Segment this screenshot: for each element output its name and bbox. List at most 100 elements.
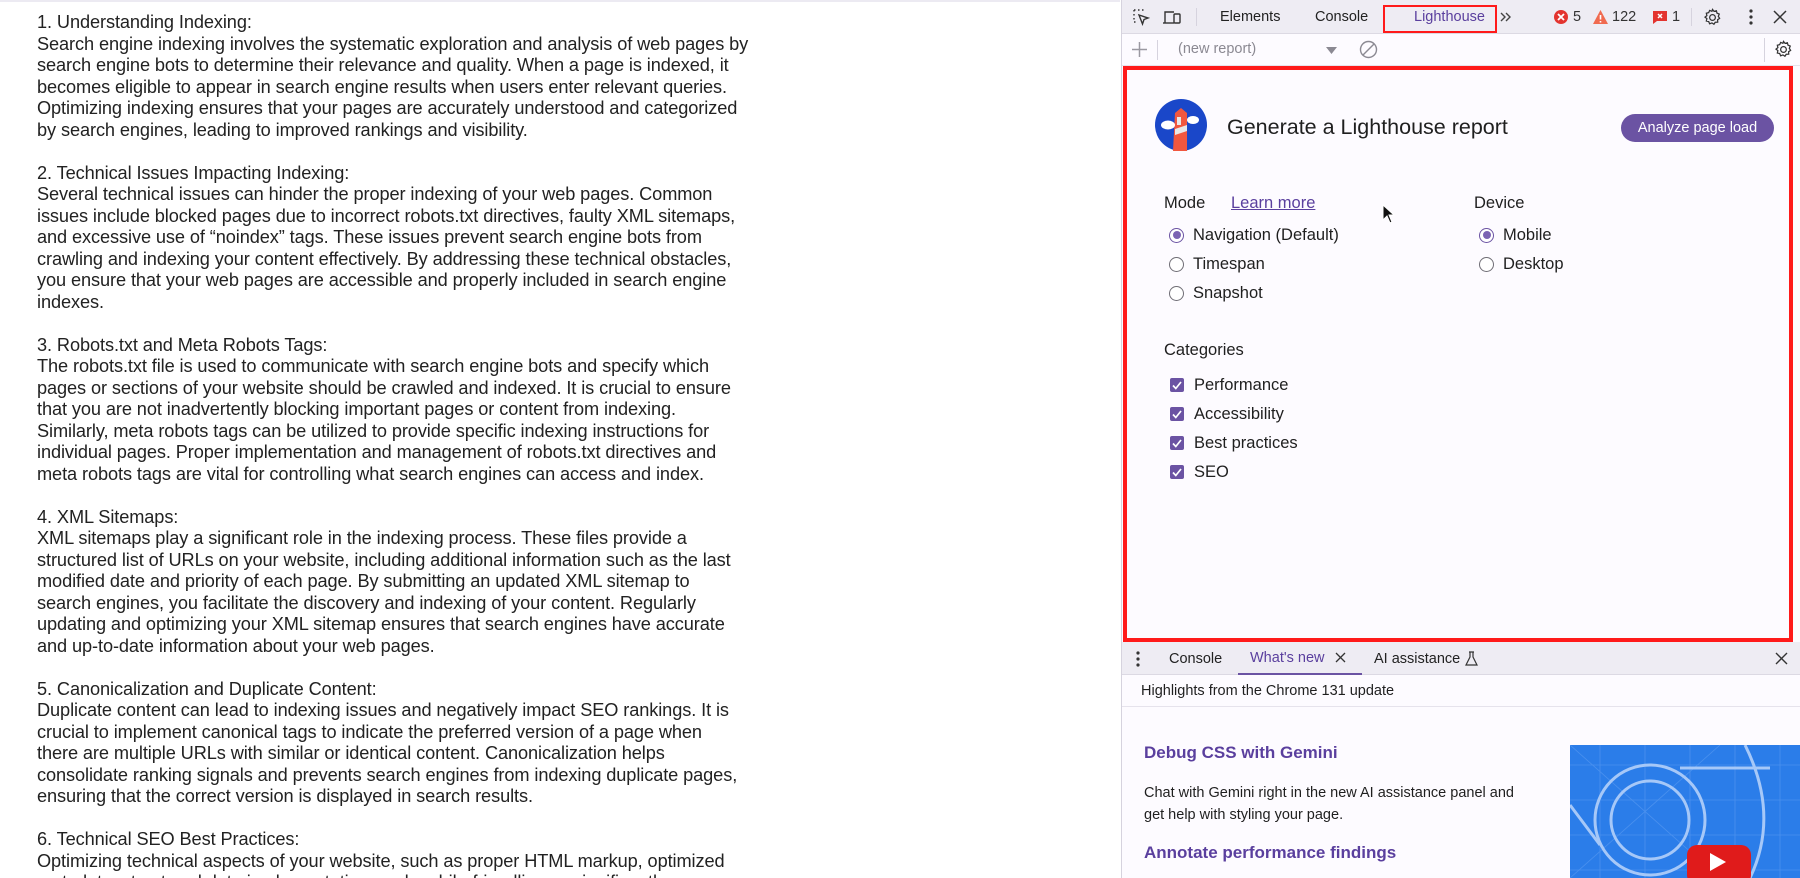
divider	[1196, 8, 1197, 26]
article-content: 1. Understanding Indexing: Search engine…	[37, 12, 797, 878]
section-heading: 1. Understanding Indexing:	[37, 12, 252, 32]
radio-selected[interactable]	[1479, 227, 1494, 243]
article-section: 4. XML Sitemaps: XML sitemaps play a sig…	[37, 507, 797, 658]
chrome-blueprint-graphic	[1570, 745, 1800, 878]
devtools-toolbar: Elements Console Lighthouse 5 122 1	[1122, 0, 1800, 34]
category-seo[interactable]: SEO	[1169, 462, 1229, 482]
close-drawer-icon[interactable]	[1775, 642, 1788, 675]
section-heading: 5. Canonicalization and Duplicate Conten…	[37, 678, 377, 699]
error-icon	[1554, 10, 1568, 24]
section-heading: 2. Technical Issues Impacting Indexing:	[37, 162, 350, 183]
device-option-label: Mobile	[1503, 225, 1552, 244]
experiment-flask-icon	[1465, 651, 1479, 666]
divider	[1157, 40, 1158, 60]
drawer-tab-label: What's new	[1250, 649, 1325, 666]
section-body: Several technical issues can hinder the …	[37, 184, 736, 312]
inspect-element-icon[interactable]	[1131, 7, 1151, 27]
mouse-cursor-icon	[1382, 203, 1396, 229]
device-option-label: Desktop	[1503, 254, 1564, 273]
divider	[1764, 38, 1765, 62]
mode-label: Mode	[1164, 194, 1206, 212]
section-heading: 6. Technical SEO Best Practices:	[37, 829, 300, 849]
radio-unselected[interactable]	[1169, 285, 1184, 301]
clear-reports-icon[interactable]	[1359, 40, 1378, 63]
more-tabs-icon[interactable]	[1499, 0, 1513, 34]
lighthouse-title: Generate a Lighthouse report	[1227, 115, 1508, 139]
drawer-tabbar: Console What's new AI assistance	[1122, 642, 1800, 675]
drawer-tab-label: AI assistance	[1374, 650, 1461, 667]
category-performance[interactable]: Performance	[1169, 375, 1288, 395]
analyze-page-load-button[interactable]: Analyze page load	[1621, 114, 1774, 142]
device-option-mobile[interactable]: Mobile	[1479, 225, 1552, 245]
checkbox-checked-icon[interactable]	[1170, 407, 1184, 421]
category-accessibility[interactable]: Accessibility	[1169, 404, 1284, 424]
issues-count[interactable]: 1	[1652, 0, 1680, 34]
learn-more-link[interactable]: Learn more	[1231, 194, 1315, 213]
mode-option-label: Timespan	[1193, 254, 1265, 273]
whats-new-video-thumbnail[interactable]	[1570, 745, 1800, 878]
close-tab-icon	[1335, 652, 1345, 663]
tab-highlight-box	[1383, 5, 1497, 33]
more-options-icon[interactable]	[1741, 7, 1761, 27]
article-section: 5. Canonicalization and Duplicate Conten…	[37, 679, 797, 808]
category-label: Accessibility	[1194, 404, 1284, 423]
category-label: Performance	[1194, 375, 1289, 394]
issues-icon	[1653, 11, 1667, 24]
whats-new-heading-link[interactable]: Annotate performance findings	[1144, 843, 1396, 863]
new-report-plus-icon[interactable]	[1131, 41, 1148, 62]
categories-label: Categories	[1164, 341, 1244, 359]
mode-option-label: Snapshot	[1193, 283, 1263, 302]
report-select[interactable]: (new report)	[1178, 41, 1256, 57]
drawer-tab-console[interactable]: Console	[1169, 642, 1222, 675]
devtools-panel: Elements Console Lighthouse 5 122 1 (new…	[1121, 0, 1800, 878]
whats-new-description: Chat with Gemini right in the new AI ass…	[1144, 785, 1514, 823]
checkbox-checked-icon[interactable]	[1170, 465, 1184, 479]
warning-icon	[1593, 10, 1608, 24]
article-section: 2. Technical Issues Impacting Indexing: …	[37, 163, 797, 314]
section-heading: 4. XML Sitemaps:	[37, 506, 179, 527]
issues-count-value: 1	[1672, 9, 1681, 25]
whats-new-highlights: Highlights from the Chrome 131 update	[1122, 675, 1800, 707]
article-section: 6. Technical SEO Best Practices: Optimiz…	[37, 829, 797, 878]
tab-console[interactable]: Console	[1315, 0, 1368, 34]
drawer-tab-whats-new[interactable]: What's new	[1238, 642, 1362, 675]
article-section: 1. Understanding Indexing: Search engine…	[37, 12, 797, 141]
error-count[interactable]: 5	[1553, 0, 1581, 34]
warning-count[interactable]: 122	[1592, 0, 1636, 34]
mode-option-label: Navigation (Default)	[1193, 225, 1339, 244]
checkbox-checked-icon[interactable]	[1170, 378, 1184, 392]
drawer-menu-icon[interactable]	[1136, 642, 1140, 675]
drawer-tab-ai-assistance[interactable]: AI assistance	[1374, 642, 1479, 675]
checkbox-checked-icon[interactable]	[1170, 436, 1184, 450]
close-devtools-icon[interactable]	[1770, 7, 1790, 27]
mode-option-timespan[interactable]: Timespan	[1169, 254, 1265, 274]
section-body: Search engine indexing involves the syst…	[37, 33, 749, 140]
lighthouse-logo-icon	[1155, 99, 1207, 156]
device-label: Device	[1474, 194, 1525, 212]
section-body: The robots.txt file is used to communica…	[37, 356, 731, 484]
radio-unselected[interactable]	[1479, 256, 1494, 272]
category-best-practices[interactable]: Best practices	[1169, 433, 1298, 453]
lighthouse-start-panel: Generate a Lighthouse report Analyze pag…	[1123, 66, 1793, 642]
radio-selected[interactable]	[1169, 227, 1184, 243]
mode-option-navigation[interactable]: Navigation (Default)	[1169, 225, 1339, 245]
settings-gear-icon[interactable]	[1702, 7, 1722, 27]
category-label: Best practices	[1194, 433, 1298, 452]
article-page: 1. Understanding Indexing: Search engine…	[0, 0, 1120, 878]
article-section: 3. Robots.txt and Meta Robots Tags: The …	[37, 335, 797, 486]
report-dropdown-arrow-icon[interactable]	[1326, 43, 1337, 59]
section-body: XML sitemaps play a significant role in …	[37, 528, 731, 656]
device-toolbar-icon[interactable]	[1162, 7, 1182, 27]
warning-count-value: 122	[1612, 9, 1637, 25]
whats-new-heading-link[interactable]: Debug CSS with Gemini	[1144, 743, 1338, 763]
mode-option-snapshot[interactable]: Snapshot	[1169, 283, 1263, 303]
error-count-value: 5	[1573, 9, 1582, 25]
radio-unselected[interactable]	[1169, 256, 1184, 272]
device-option-desktop[interactable]: Desktop	[1479, 254, 1564, 274]
section-body: Duplicate content can lead to indexing i…	[37, 700, 738, 806]
category-label: SEO	[1194, 462, 1229, 481]
tab-elements[interactable]: Elements	[1220, 0, 1280, 34]
lighthouse-toolbar: (new report)	[1122, 34, 1800, 66]
section-body: Optimizing technical aspects of your web…	[37, 850, 725, 878]
lighthouse-settings-gear-icon[interactable]	[1774, 40, 1793, 63]
